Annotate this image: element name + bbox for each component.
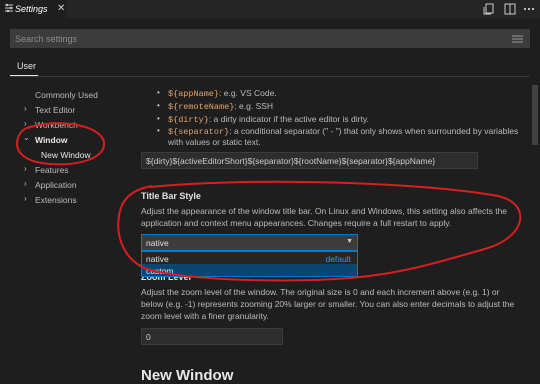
annotation-circle-window bbox=[16, 122, 106, 166]
red-annotation-overlay bbox=[16, 122, 522, 282]
annotation-circle-title-bar-style bbox=[117, 180, 522, 282]
